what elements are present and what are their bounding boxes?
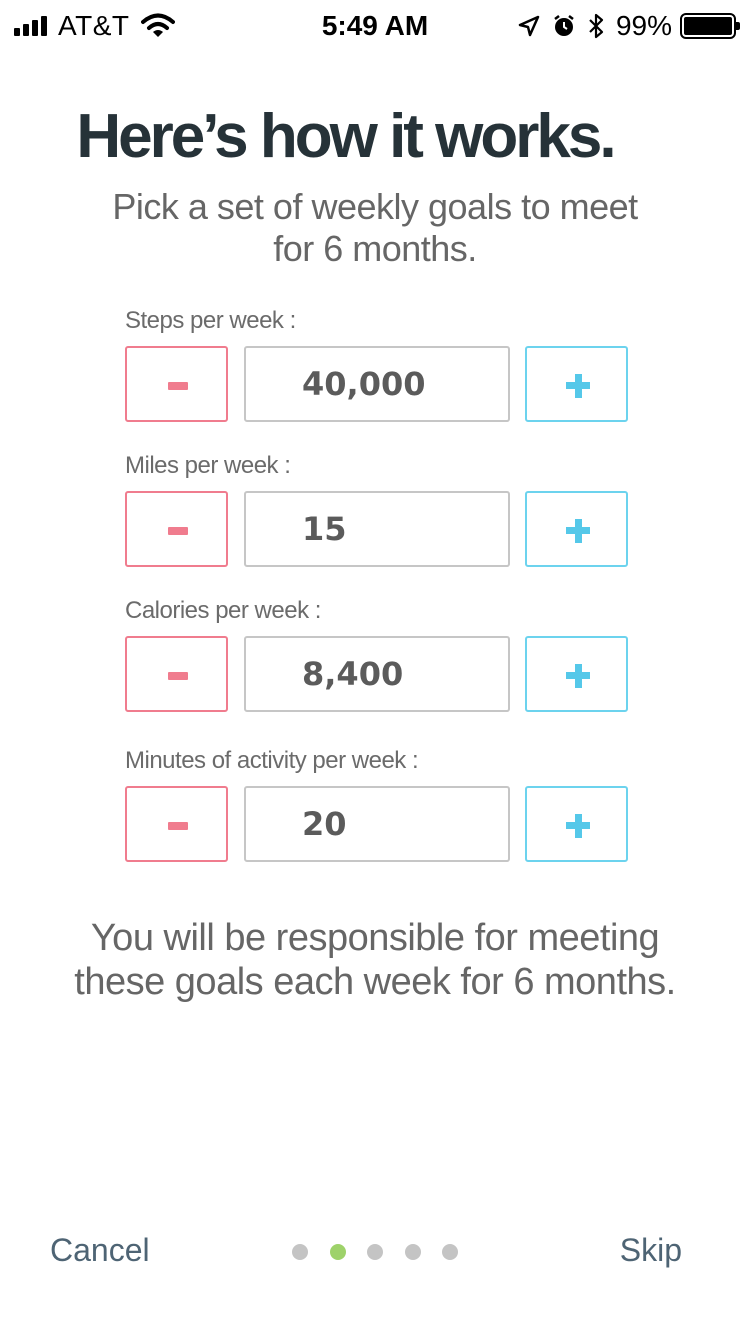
decrease-minutes-button[interactable] — [125, 786, 228, 862]
goal-label-steps: Steps per week : — [125, 307, 296, 334]
goal-label-activity-minutes: Minutes of activity per week : — [125, 747, 419, 774]
increase-steps-button[interactable] — [525, 346, 628, 422]
calories-value: 8,400 — [302, 655, 404, 693]
goal-steps: Steps per week : 40,000 — [125, 306, 628, 422]
page-indicator — [292, 1244, 480, 1260]
battery-icon — [680, 13, 740, 39]
minutes-value: 20 — [302, 805, 347, 843]
skip-button[interactable]: Skip — [620, 1232, 682, 1269]
location-arrow-icon — [518, 15, 540, 37]
goal-label-miles: Miles per week : — [125, 452, 291, 479]
goal-label-calories: Calories per week : — [125, 597, 321, 624]
goal-miles: Miles per week : 15 — [125, 451, 628, 567]
page-dot-3[interactable] — [367, 1244, 383, 1260]
page-title: Here’s how it works. — [76, 102, 616, 171]
page-subtitle: Pick a set of weekly goals to meet for 6… — [112, 186, 638, 269]
minus-icon — [168, 672, 188, 680]
page-dot-2-active[interactable] — [329, 1244, 346, 1260]
decrease-calories-button[interactable] — [125, 636, 228, 712]
minus-icon — [168, 822, 188, 830]
cancel-button[interactable]: Cancel — [50, 1232, 150, 1269]
alarm-icon — [554, 15, 574, 36]
responsibility-note: You will be responsible for meeting thes… — [74, 917, 676, 1003]
increase-miles-button[interactable] — [525, 491, 628, 567]
bluetooth-icon — [589, 13, 604, 39]
steps-value: 40,000 — [302, 365, 426, 403]
steps-value-field[interactable]: 40,000 — [244, 346, 510, 422]
goal-activity-minutes: Minutes of activity per week : 20 — [125, 746, 628, 862]
goal-stepper-activity-minutes: 20 — [125, 786, 628, 862]
decrease-steps-button[interactable] — [125, 346, 228, 422]
battery-percent: 99% — [615, 10, 672, 41]
page-dot-5[interactable] — [442, 1244, 458, 1260]
status-bar-right: 99% — [506, 10, 740, 42]
miles-value: 15 — [302, 510, 347, 548]
goal-stepper-calories: 8,400 — [125, 636, 628, 712]
miles-value-field[interactable]: 15 — [244, 491, 510, 567]
decrease-miles-button[interactable] — [125, 491, 228, 567]
minutes-value-field[interactable]: 20 — [244, 786, 510, 862]
goal-stepper-steps: 40,000 — [125, 346, 628, 422]
status-bar: AT&T 5:49 AM 99% — [0, 0, 750, 52]
minus-icon — [168, 382, 188, 390]
page-dot-4[interactable] — [404, 1244, 421, 1260]
calories-value-field[interactable]: 8,400 — [244, 636, 510, 712]
page-dot-1[interactable] — [292, 1244, 308, 1260]
goal-calories: Calories per week : 8,400 — [125, 596, 628, 712]
minus-icon — [168, 527, 188, 535]
increase-minutes-button[interactable] — [525, 786, 628, 862]
increase-calories-button[interactable] — [525, 636, 628, 712]
goal-stepper-miles: 15 — [125, 491, 628, 567]
